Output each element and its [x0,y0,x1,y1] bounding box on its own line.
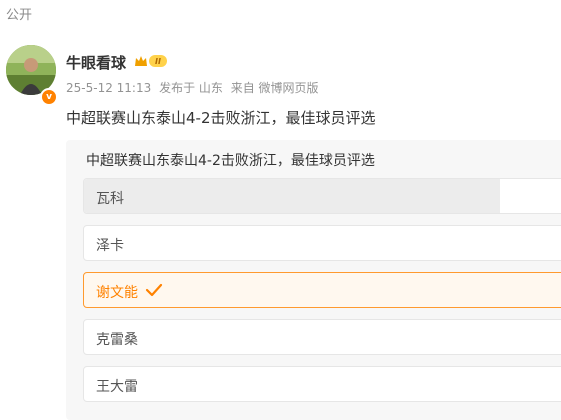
poll-option[interactable]: 谢文能 [83,272,561,308]
poll-option-label: 克雷桑 [96,332,138,348]
poll-option[interactable]: 泽卡 [83,225,561,261]
poll-option-fill [84,179,500,213]
visibility-label: 公开 [6,8,33,23]
poll-title: 中超联赛山东泰山4-2击败浙江，最佳球员评选 [86,153,375,169]
poll-option[interactable]: 王大雷 [83,366,561,402]
author-name[interactable]: 牛眼看球 [66,52,126,73]
vip-badge-icon[interactable]: II [133,53,169,69]
poll-option[interactable]: 克雷桑 [83,319,561,355]
post-date[interactable]: 25-5-12 11:13 [66,81,151,95]
poll-option[interactable]: 瓦科 [83,178,561,214]
verified-icon: v [40,88,58,106]
check-icon [145,283,163,297]
post-text: 中超联赛山东泰山4-2击败浙江，最佳球员评选 [66,109,376,127]
poll-option-label: 瓦科 [96,191,124,207]
post-location: 发布于 山东 [159,81,223,95]
poll-option-label: 泽卡 [96,238,124,254]
poll-option-label: 谢文能 [96,285,138,301]
post-meta: 25-5-12 11:13 发布于 山东 来自 微博网页版 [66,79,323,96]
post-source: 来自 微博网页版 [230,81,319,95]
poll-option-label: 王大雷 [96,379,138,395]
vip-level-text: II [155,57,161,66]
